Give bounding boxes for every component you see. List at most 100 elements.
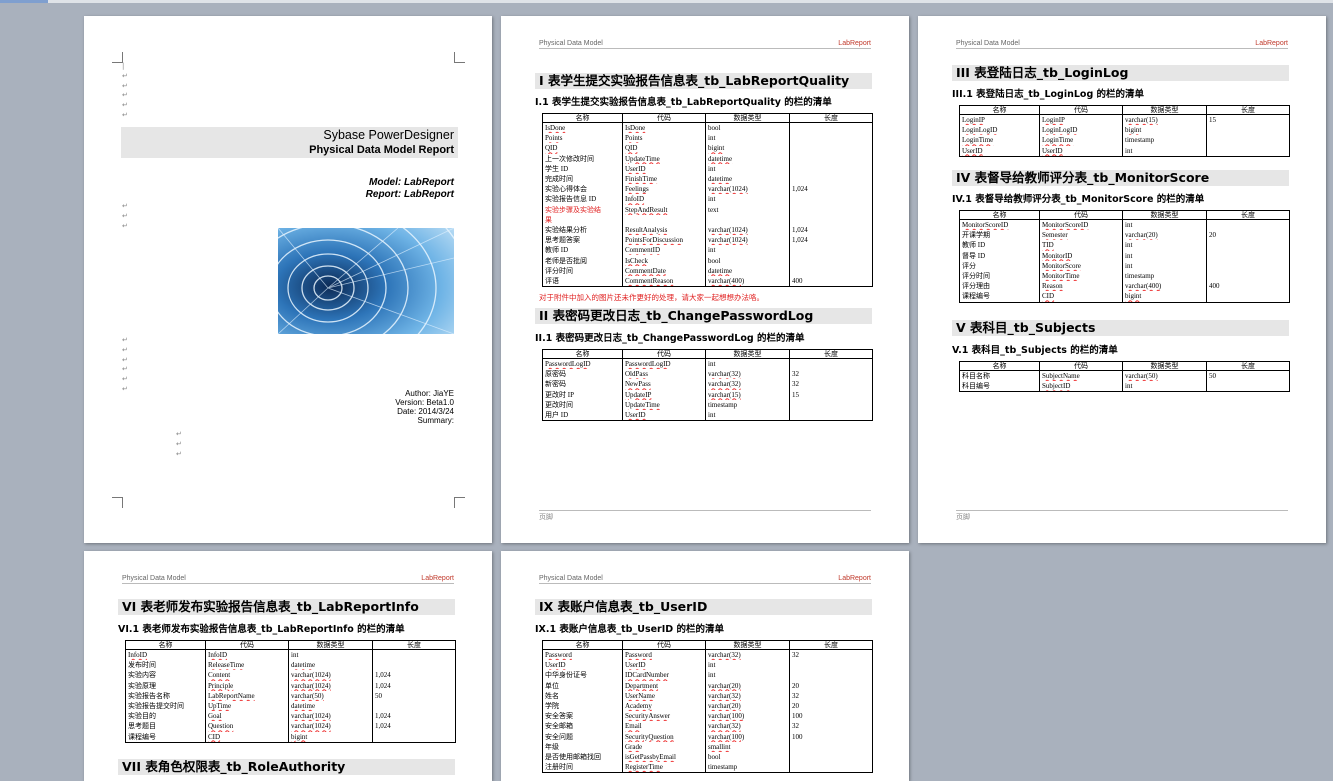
table-cell: datetime <box>705 173 790 185</box>
table-cell: NewPass <box>622 379 706 390</box>
table-row: 科目编号 SubjectID int <box>959 381 1290 393</box>
table-cell <box>789 255 873 266</box>
table-cell: 中华身份证号 <box>542 670 623 681</box>
table-cell <box>789 214 873 225</box>
table-row: 督导 ID MonitorID int <box>959 250 1290 261</box>
table-cell: IsDone <box>622 122 706 134</box>
table-row: PasswordLogID PasswordLogID int <box>542 358 873 370</box>
page-header-right: LabReport <box>1255 40 1288 47</box>
column-header: 数据类型 <box>1122 105 1207 115</box>
table-cell: 1,024 <box>372 711 456 722</box>
table-cell: int <box>1122 260 1207 271</box>
subsection-heading: VI.1 表老师发布实验报告信息表_tb_LabReportInfo 的栏的清单 <box>118 624 405 635</box>
table-row: 学生 ID UserID int <box>542 163 873 174</box>
columns-table: 名称 代码 数据类型 长度 Password Password varchar(32) 32 U… <box>542 640 873 774</box>
table-cell: 15 <box>789 389 873 400</box>
table-cell: UpdateTime <box>622 153 706 164</box>
table-cell: CommentDate <box>622 265 706 276</box>
active-tab-indicator[interactable] <box>0 0 48 3</box>
table-row: 评分理由 Reason varchar(400) 400 <box>959 281 1290 292</box>
table-row: UserID UserID int <box>959 145 1290 157</box>
table-cell: 实验步骤及实验结 <box>542 204 623 215</box>
column-header: 代码 <box>1039 210 1123 220</box>
table-cell: RegisterTime <box>622 762 706 774</box>
table-cell: int <box>1122 145 1207 157</box>
table-cell: InfoID <box>205 649 289 661</box>
cover-title-2: Physical Data Model Report <box>309 144 454 156</box>
table-row: 发布时间 ReleaseTime datetime <box>125 660 456 671</box>
table-cell: SecurityAnswer <box>622 711 706 722</box>
table-cell: 1,024 <box>789 224 873 236</box>
table-cell: 32 <box>789 649 873 661</box>
column-header: 代码 <box>622 349 706 359</box>
table-cell: timestamp <box>1122 135 1207 146</box>
table-cell: ReleaseTime <box>205 660 289 671</box>
table-cell: 1,024 <box>372 721 456 732</box>
section-heading: III 表登陆日志_tb_LoginLog <box>952 65 1289 81</box>
table-row: 新密码 NewPass varchar(32) 32 <box>542 379 873 390</box>
table-cell: varchar(20) <box>705 680 790 691</box>
table-cell: LoginIP <box>1039 114 1123 126</box>
table-cell: 实验原理 <box>125 680 206 691</box>
table-row: 实验报告信息 ID InfoID int <box>542 194 873 205</box>
columns-table: 名称 代码 数据类型 长度 InfoID InfoID int 发布时间 ReleaseTime… <box>125 640 456 743</box>
table-cell: 实验内容 <box>125 670 206 681</box>
table-row: 评分时间 MonitorTime timestamp <box>959 270 1290 282</box>
table-cell: 实验报告信息 ID <box>542 194 623 205</box>
table-row: Password Password varchar(32) 32 <box>542 649 873 661</box>
column-header: 长度 <box>789 349 873 359</box>
column-header: 名称 <box>542 349 623 359</box>
table-cell: 安全邮箱 <box>542 721 623 732</box>
table-cell: 注册时间 <box>542 762 623 774</box>
table-cell: varchar(20) <box>705 700 790 712</box>
table-cell: varchar(1024) <box>705 235 790 246</box>
table-cell: bigint <box>288 731 373 743</box>
table-cell <box>1206 260 1290 271</box>
table-row: 评语 CommentReason varchar(400) 400 <box>542 275 873 287</box>
table-cell: varchar(1024) <box>288 670 373 681</box>
table-cell: varchar(50) <box>1122 370 1207 382</box>
table-cell: UserName <box>622 690 706 701</box>
column-header: 长度 <box>789 640 873 650</box>
table-cell: 15 <box>1206 114 1290 126</box>
section-heading: VI 表老师发布实验报告信息表_tb_LabReportInfo <box>118 599 455 615</box>
table-cell: 督导 ID <box>959 250 1040 261</box>
table-cell: int <box>1122 219 1207 231</box>
table-cell: 1,024 <box>372 680 456 691</box>
table-cell: varchar(1024) <box>288 721 373 732</box>
table-cell: smallint <box>705 741 790 752</box>
table-cell: varchar(32) <box>705 379 790 390</box>
table-cell: 1,024 <box>789 184 873 195</box>
table-cell <box>789 670 873 681</box>
table-row: 用户 ID UserID int <box>542 409 873 422</box>
table-cell: bigint <box>1122 291 1207 303</box>
table-row: 实验报告提交时间 UpTime datetime <box>125 700 456 712</box>
table-cell: 原密码 <box>542 369 623 380</box>
table-cell: UserID <box>622 660 706 671</box>
table-cell: Goal <box>205 711 289 722</box>
table-row: 安全邮箱 Email varchar(32) 32 <box>542 721 873 732</box>
table-cell: timestamp <box>1122 270 1207 282</box>
subsection-heading: III.1 表登陆日志_tb_LoginLog 的栏的清单 <box>952 89 1145 100</box>
table-cell: 是否使用邮箱找回 <box>542 751 623 763</box>
table-cell <box>789 245 873 256</box>
page-header-right: LabReport <box>838 40 871 47</box>
table-cell: isGetPassbyEmail <box>622 751 706 763</box>
table-cell: timestamp <box>705 399 790 410</box>
table-row: 姓名 UserName varchar(32) 32 <box>542 690 873 701</box>
table-cell: varchar(1024) <box>705 184 790 195</box>
table-cell: IsDone <box>542 122 623 134</box>
page-footer: 页脚 <box>956 513 970 521</box>
table-cell <box>789 741 873 752</box>
table-row: 课程编号 CID bigint <box>125 731 456 743</box>
page-header-left: Physical Data Model <box>539 575 603 582</box>
table-row: 中华身份证号 IDCardNumber int <box>542 670 873 681</box>
table-cell: SubjectID <box>1039 381 1123 393</box>
table-row: 思考题目 Question varchar(1024) 1,024 <box>125 721 456 732</box>
subsection-heading: IX.1 表账户信息表_tb_UserID 的栏的清单 <box>535 624 724 635</box>
column-header: 名称 <box>959 210 1040 220</box>
table-cell <box>1206 291 1290 303</box>
table-row: 实验结果分析 ResultAnalysis varchar(1024) 1,024 <box>542 224 873 236</box>
subsection-heading: I.1 表学生提交实验报告信息表_tb_LabReportQuality 的栏的… <box>535 97 832 108</box>
table-cell: PasswordLogID <box>622 358 706 370</box>
